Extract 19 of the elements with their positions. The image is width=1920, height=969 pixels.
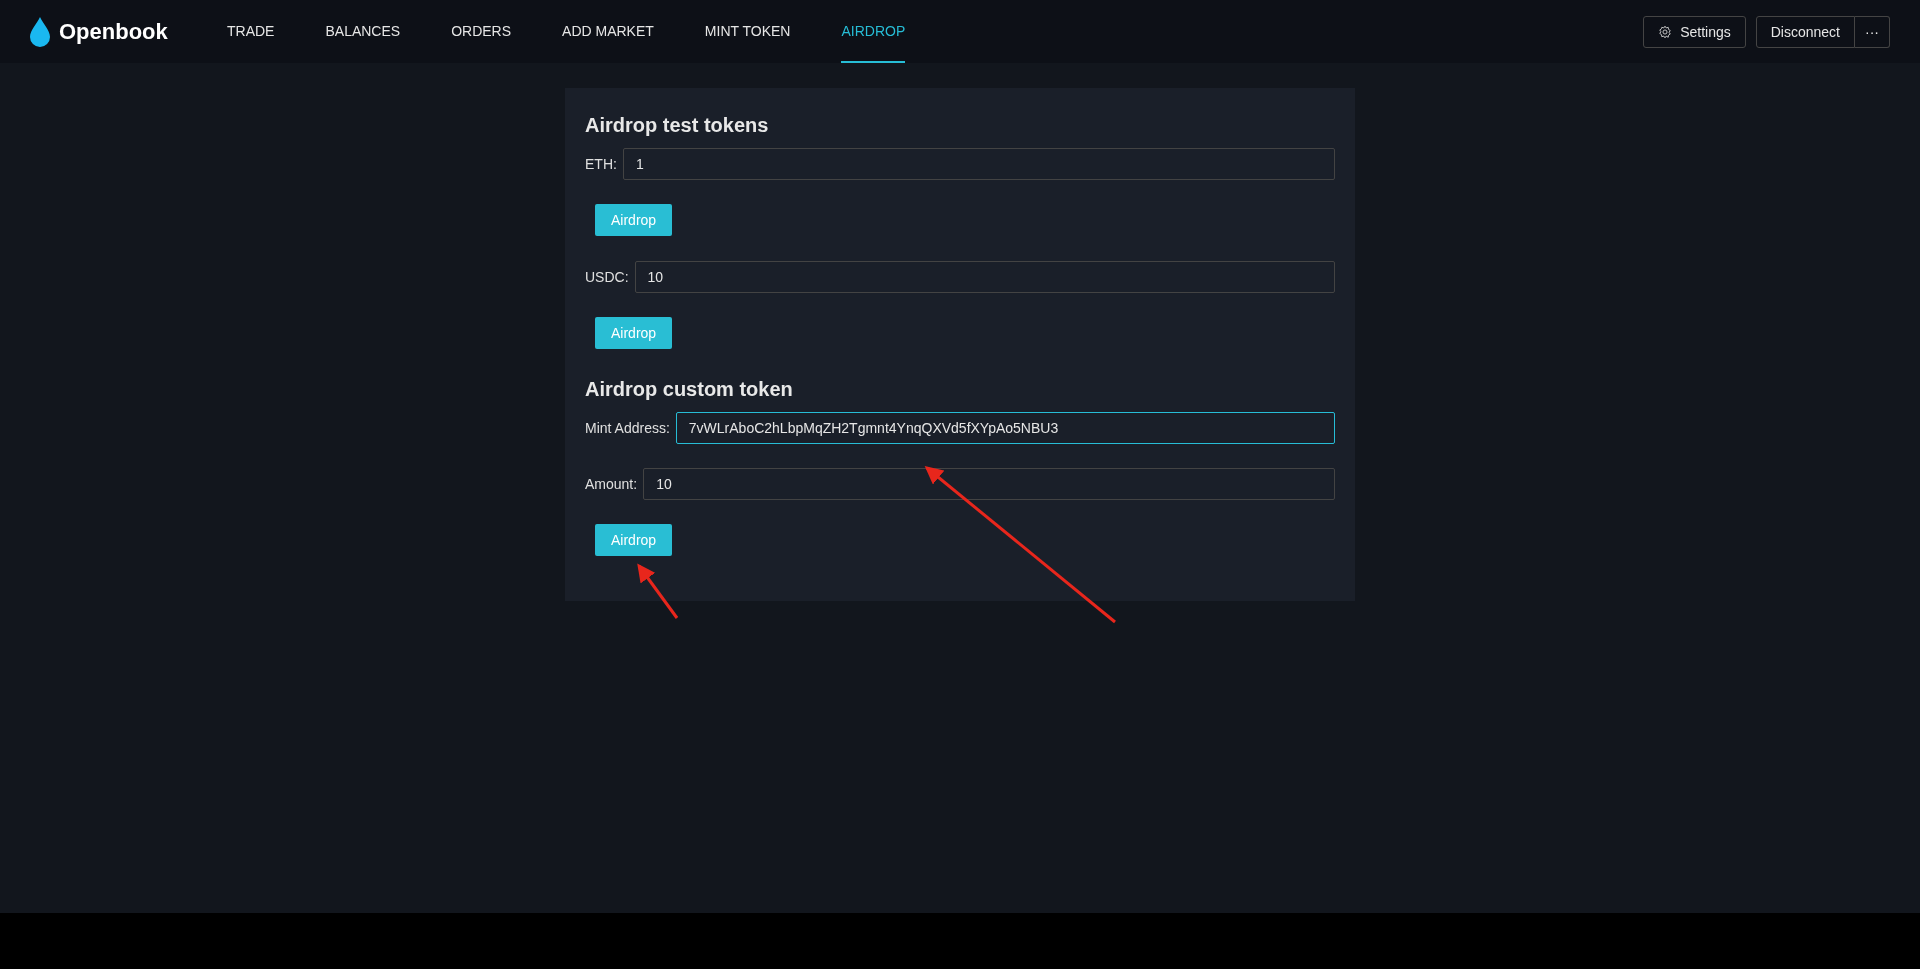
field-label: USDC:	[585, 268, 630, 287]
input-field[interactable]: 10	[634, 261, 1335, 293]
disconnect-button[interactable]: Disconnect	[1755, 15, 1855, 48]
nav-tab[interactable]: TRADE	[227, 0, 275, 63]
nav-tab[interactable]: ADD MARKET	[562, 0, 654, 63]
logo-text[interactable]: Openbook	[59, 18, 168, 45]
nav-tab[interactable]: MINT TOKEN	[704, 0, 791, 63]
section-title: Airdrop custom token	[585, 377, 793, 401]
input-field[interactable]: 7vWLrAboC2hLbpMqZH2Tgmnt4YnqQXVd5fXYpAo5NBU3	[675, 412, 1335, 444]
nav-tab[interactable]: BALANCES	[325, 0, 401, 63]
more-button[interactable]: ···	[1855, 15, 1890, 48]
field-label: ETH:	[585, 155, 618, 174]
section-title: Airdrop test tokens	[585, 113, 769, 137]
nav-tab[interactable]: ORDERS	[451, 0, 512, 63]
input-field[interactable]: 10	[643, 468, 1335, 500]
field-label: Mint Address:	[585, 419, 671, 438]
field-label: Amount:	[585, 475, 639, 494]
input-field[interactable]: 1	[622, 148, 1335, 180]
settings-button[interactable]: Settings	[1643, 15, 1746, 48]
